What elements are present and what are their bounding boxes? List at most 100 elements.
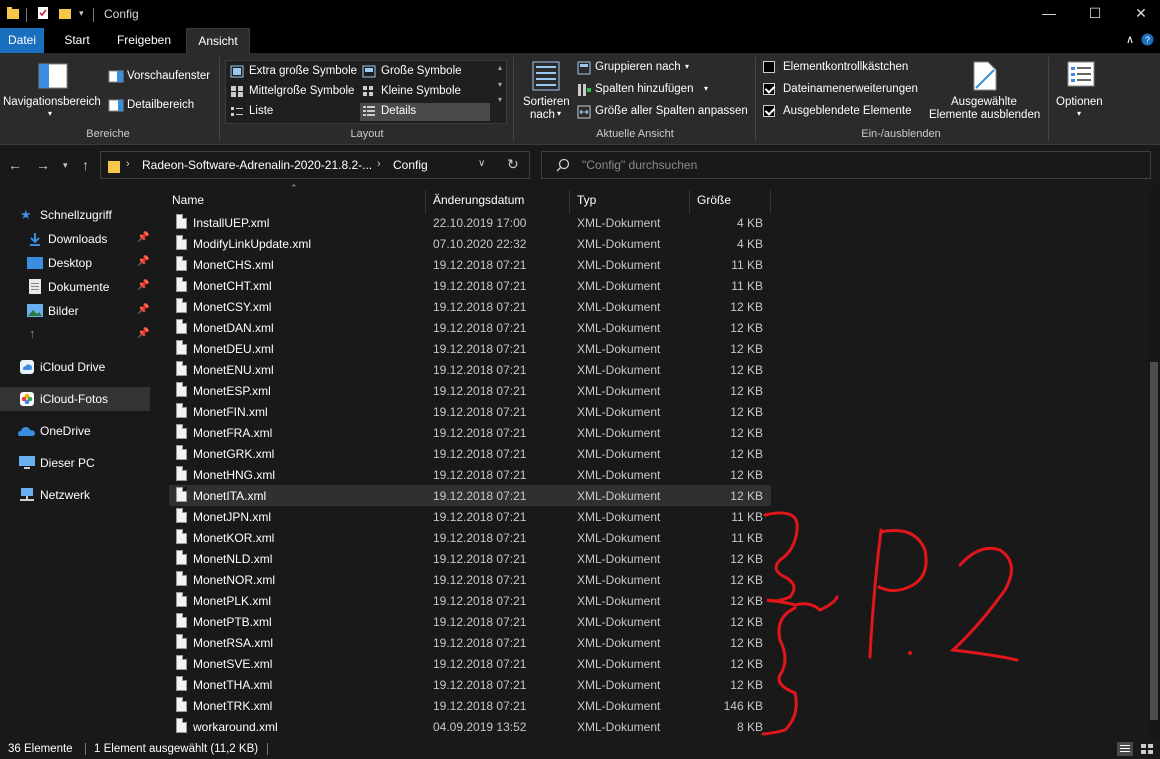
- file-row[interactable]: MonetFIN.xml 19.12.2018 07:21 XML-Dokument…: [169, 401, 771, 422]
- back-arrow-icon[interactable]: ←: [8, 157, 22, 173]
- file-row[interactable]: MonetGRK.xml 19.12.2018 07:21 XML-Dokument…: [169, 443, 771, 464]
- collapse-ribbon-icon[interactable]: ∧: [1126, 33, 1134, 46]
- file-row[interactable]: MonetITA.xml 19.12.2018 07:21 XML-Dokument…: [169, 485, 771, 506]
- breadcrumb-segment[interactable]: Radeon-Software-Adrenalin-2020-21.8.2-..…: [142, 158, 372, 172]
- large-icons-view-toggle-icon[interactable]: [1139, 742, 1155, 756]
- sidebar-item-this-pc[interactable]: Dieser PC: [0, 451, 150, 475]
- sidebar-item-icloud-photos[interactable]: iCloud-Fotos: [0, 387, 150, 411]
- column-header-date[interactable]: Änderungsdatum: [427, 190, 570, 214]
- layout-list[interactable]: Liste: [228, 103, 358, 121]
- item-checkboxes-toggle[interactable]: Elementkontrollkästchen: [763, 60, 923, 76]
- breadcrumb-segment-current[interactable]: Config: [393, 158, 428, 172]
- file-row[interactable]: MonetCSY.xml 19.12.2018 07:21 XML-Dokument…: [169, 296, 771, 317]
- file-row[interactable]: MonetKOR.xml 19.12.2018 07:21 XML-Dokument…: [169, 527, 771, 548]
- file-row[interactable]: MonetNOR.xml 19.12.2018 07:21 XML-Dokument…: [169, 569, 771, 590]
- vertical-scrollbar[interactable]: [1147, 185, 1160, 739]
- layout-large-icons[interactable]: Große Symbole: [360, 63, 490, 81]
- layout-extra-large-icons[interactable]: Extra große Symbole: [228, 63, 358, 81]
- pin-icon[interactable]: 📌: [137, 280, 149, 291]
- file-row[interactable]: MonetRSA.xml 19.12.2018 07:21 XML-Dokument…: [169, 632, 771, 653]
- pin-icon[interactable]: 📌: [137, 232, 149, 243]
- maximize-button[interactable]: ☐: [1072, 0, 1118, 28]
- file-row[interactable]: MonetHNG.xml 19.12.2018 07:21 XML-Dokument…: [169, 464, 771, 485]
- file-row[interactable]: ModifyLinkUpdate.xml 07.10.2020 22:32 XML-…: [169, 233, 771, 254]
- file-date: 19.12.2018 07:21: [433, 384, 527, 398]
- add-columns-button[interactable]: Spalten hinzufügen ▾: [577, 81, 717, 99]
- preview-pane-button[interactable]: Vorschaufenster: [108, 68, 216, 86]
- file-row[interactable]: MonetFRA.xml 19.12.2018 07:21 XML-Dokument…: [169, 422, 771, 443]
- file-row[interactable]: MonetJPN.xml 19.12.2018 07:21 XML-Dokument…: [169, 506, 771, 527]
- sort-by-button[interactable]: Sortieren nach ▾: [519, 59, 573, 125]
- sidebar-item-quick-access[interactable]: ★ Schnellzugriff: [0, 203, 150, 227]
- group-by-button[interactable]: Gruppieren nach ▾: [577, 59, 697, 77]
- close-button[interactable]: ✕: [1118, 0, 1160, 28]
- pin-icon[interactable]: 📌: [137, 328, 149, 339]
- sidebar-item-network[interactable]: Netzwerk: [0, 483, 150, 507]
- file-row[interactable]: MonetCHT.xml 19.12.2018 07:21 XML-Dokument…: [169, 275, 771, 296]
- properties-icon[interactable]: [36, 6, 50, 23]
- file-row[interactable]: MonetPLK.xml 19.12.2018 07:21 XML-Dokument…: [169, 590, 771, 611]
- hidden-items-toggle[interactable]: Ausgeblendete Elemente: [763, 104, 923, 120]
- file-row[interactable]: MonetPTB.xml 19.12.2018 07:21 XML-Dokument…: [169, 611, 771, 632]
- tab-freigeben[interactable]: Freigeben: [106, 28, 182, 53]
- details-pane-button[interactable]: Detailbereich: [108, 97, 208, 115]
- file-row[interactable]: MonetESP.xml 19.12.2018 07:21 XML-Dokument…: [169, 380, 771, 401]
- customize-quick-access-icon[interactable]: ▾: [79, 8, 84, 19]
- item-checkboxes-checkbox[interactable]: [763, 61, 775, 73]
- file-row[interactable]: MonetDEU.xml 19.12.2018 07:21 XML-Dokument…: [169, 338, 771, 359]
- sidebar-item-pictures[interactable]: Bilder 📌: [0, 299, 150, 323]
- pin-icon[interactable]: 📌: [137, 256, 149, 267]
- scroll-up-icon[interactable]: ▴: [494, 63, 506, 72]
- help-icon[interactable]: ?: [1141, 33, 1154, 49]
- layout-details[interactable]: Details: [360, 103, 490, 121]
- refresh-icon[interactable]: ↻: [507, 156, 519, 173]
- address-dropdown-icon[interactable]: ∨: [478, 158, 485, 169]
- hidden-items-checkbox[interactable]: [763, 105, 775, 117]
- file-row[interactable]: MonetCHS.xml 19.12.2018 07:21 XML-Dokument…: [169, 254, 771, 275]
- sidebar-item-up[interactable]: ↑ 📌: [0, 323, 150, 347]
- recent-locations-icon[interactable]: ▾: [63, 160, 68, 171]
- scroll-down-icon[interactable]: ▾: [494, 80, 506, 89]
- fit-columns-button[interactable]: Größe aller Spalten anpassen: [577, 103, 752, 121]
- up-arrow-icon[interactable]: ↑: [82, 157, 89, 173]
- file-row[interactable]: workaround.xml 04.09.2019 13:52 XML-Dokume…: [169, 716, 771, 737]
- xml-file-icon: [176, 697, 187, 712]
- tab-datei[interactable]: Datei: [0, 28, 44, 53]
- pin-icon[interactable]: 📌: [137, 304, 149, 315]
- column-header-name[interactable]: Name: [166, 190, 426, 214]
- sidebar-item-desktop[interactable]: Desktop 📌: [0, 251, 150, 275]
- nav-pane-button[interactable]: Navigationsbereich ▾: [2, 59, 104, 123]
- search-field[interactable]: "Config" durchsuchen: [541, 151, 1151, 179]
- file-row[interactable]: MonetDAN.xml 19.12.2018 07:21 XML-Dokument…: [169, 317, 771, 338]
- file-row[interactable]: MonetTRK.xml 19.12.2018 07:21 XML-Dokument…: [169, 695, 771, 716]
- column-header-type[interactable]: Typ: [571, 190, 690, 214]
- file-extensions-checkbox[interactable]: [763, 83, 775, 95]
- tab-start[interactable]: Start: [52, 28, 102, 53]
- sidebar-item-downloads[interactable]: Downloads 📌: [0, 227, 150, 251]
- sidebar-item-onedrive[interactable]: OneDrive: [0, 419, 150, 443]
- details-view-toggle-icon[interactable]: [1117, 742, 1133, 756]
- options-button[interactable]: Optionen ▾: [1053, 59, 1111, 125]
- file-row[interactable]: MonetENU.xml 19.12.2018 07:21 XML-Dokument…: [169, 359, 771, 380]
- layout-scroll[interactable]: ▴ ▾ ▾: [494, 61, 506, 123]
- scrollbar-thumb[interactable]: [1150, 362, 1158, 720]
- hide-selected-button[interactable]: Ausgewählte Elemente ausblenden: [926, 59, 1044, 125]
- file-extensions-toggle[interactable]: Dateinamenerweiterungen: [763, 82, 928, 98]
- sidebar-item-documents[interactable]: Dokumente 📌: [0, 275, 150, 299]
- address-field[interactable]: › Radeon-Software-Adrenalin-2020-21.8.2-…: [100, 151, 530, 179]
- layout-small-icons[interactable]: Kleine Symbole: [360, 83, 490, 101]
- sidebar-item-icloud-drive[interactable]: iCloud Drive: [0, 355, 150, 379]
- file-row[interactable]: InstallUEP.xml 22.10.2019 17:00 XML-Dokume…: [169, 212, 771, 233]
- layout-medium-icons[interactable]: Mittelgroße Symbole: [228, 83, 358, 101]
- forward-arrow-icon[interactable]: →: [36, 157, 50, 173]
- file-row[interactable]: MonetSVE.xml 19.12.2018 07:21 XML-Dokument…: [169, 653, 771, 674]
- file-row[interactable]: MonetTHA.xml 19.12.2018 07:21 XML-Dokument…: [169, 674, 771, 695]
- more-icon[interactable]: ▾: [494, 95, 506, 104]
- minimize-button[interactable]: —: [1026, 0, 1072, 28]
- tab-ansicht[interactable]: Ansicht: [186, 28, 250, 53]
- hide-selected-label-1: Ausgewählte: [951, 96, 1017, 108]
- file-row[interactable]: MonetNLD.xml 19.12.2018 07:21 XML-Dokument…: [169, 548, 771, 569]
- column-header-size[interactable]: Größe: [691, 190, 771, 214]
- file-name: ModifyLinkUpdate.xml: [193, 237, 312, 251]
- new-folder-icon[interactable]: [58, 6, 72, 23]
